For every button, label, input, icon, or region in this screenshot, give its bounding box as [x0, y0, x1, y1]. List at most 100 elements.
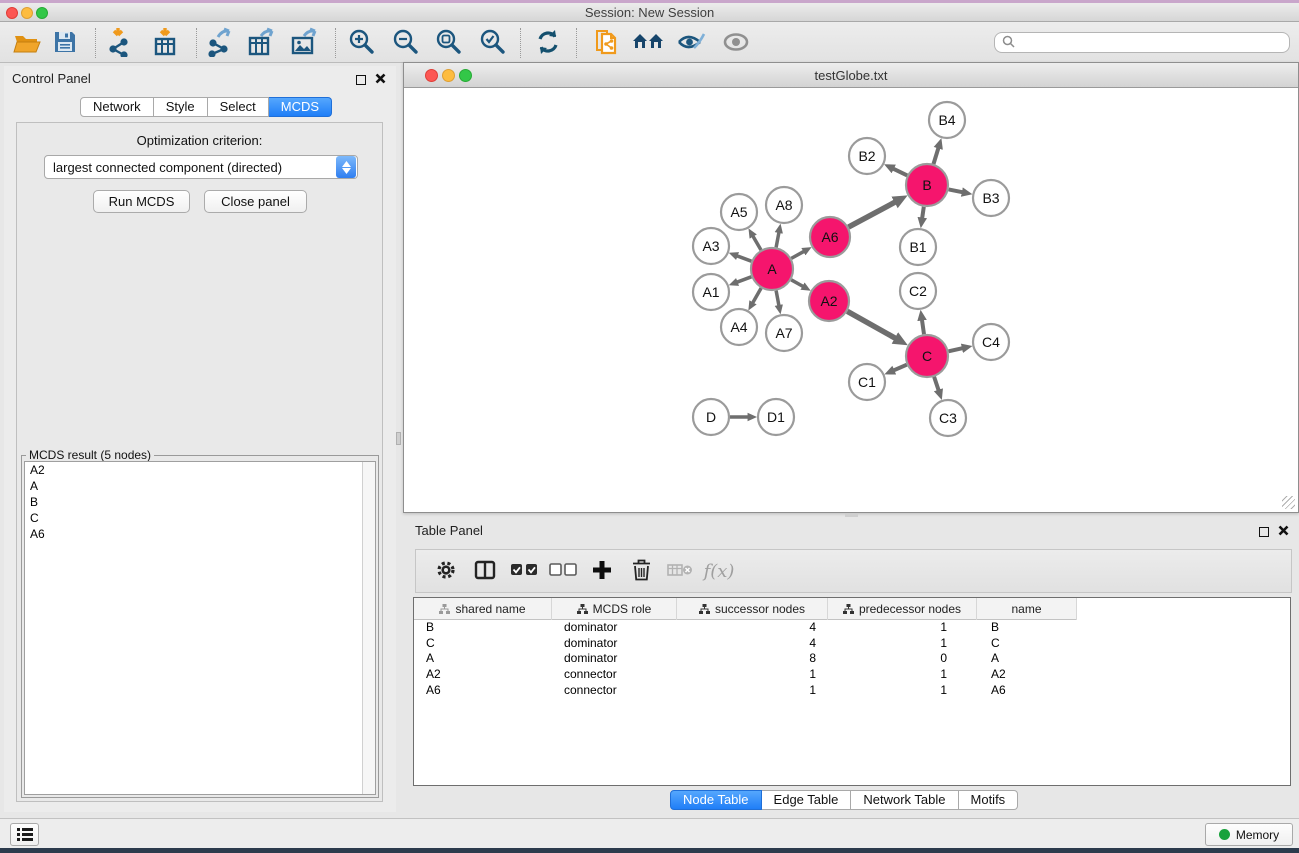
graph-node-C2[interactable]: C2	[900, 273, 936, 309]
graph-edge-A-A7[interactable]	[776, 291, 779, 307]
graph-edge-B-B3[interactable]	[949, 189, 963, 192]
table-row[interactable]: A6connector11A6	[414, 683, 1290, 699]
zoom-out-button[interactable]	[388, 26, 422, 60]
graph-edge-B-B2[interactable]	[893, 168, 908, 175]
tab-select[interactable]: Select	[208, 97, 269, 117]
panel-splitter-handle[interactable]	[396, 432, 401, 445]
graph-edge-A6-B[interactable]	[849, 202, 897, 228]
minimize-window-button[interactable]	[21, 7, 33, 19]
show-panels-button[interactable]	[10, 823, 39, 846]
graph-node-B2[interactable]: B2	[849, 138, 885, 174]
graph-node-A2[interactable]: A2	[809, 281, 849, 321]
graph-node-C3[interactable]: C3	[930, 400, 966, 436]
close-panel-button[interactable]: Close panel	[204, 190, 307, 213]
refresh-layout-button[interactable]	[531, 26, 565, 60]
tab-node-table[interactable]: Node Table	[670, 790, 762, 810]
export-network-button[interactable]	[203, 26, 237, 60]
graph-node-B[interactable]: B	[906, 164, 948, 206]
graph-node-B4[interactable]: B4	[929, 102, 965, 138]
graph-node-B3[interactable]: B3	[973, 180, 1009, 216]
close-table-panel-icon[interactable]	[1278, 524, 1289, 539]
delete-table-button[interactable]	[662, 553, 698, 589]
clone-network-button[interactable]	[590, 26, 624, 60]
deselect-all-button[interactable]	[545, 553, 581, 589]
select-all-button[interactable]	[506, 553, 542, 589]
graph-edge-A-A1[interactable]	[737, 277, 752, 283]
table-row[interactable]: Bdominator41B	[414, 620, 1290, 636]
graph-edge-A-A2[interactable]	[791, 280, 803, 287]
graph-edge-A-A4[interactable]	[753, 288, 762, 303]
table-options-button[interactable]	[428, 553, 464, 589]
graph-node-A4[interactable]: A4	[721, 309, 757, 345]
window-resize-grip[interactable]	[1282, 496, 1295, 509]
mcds-result-item[interactable]: A	[25, 478, 375, 494]
graph-edge-C-C3[interactable]	[934, 377, 939, 391]
save-session-button[interactable]	[48, 26, 82, 60]
column-header-predecessor-nodes[interactable]: predecessor nodes	[828, 598, 977, 620]
run-mcds-button[interactable]: Run MCDS	[93, 190, 190, 213]
graph-node-A5[interactable]: A5	[721, 194, 757, 230]
tab-network[interactable]: Network	[80, 97, 154, 117]
graph-node-A[interactable]: A	[751, 248, 793, 290]
mcds-result-item[interactable]: C	[25, 510, 375, 526]
graph-node-D[interactable]: D	[693, 399, 729, 435]
export-image-button[interactable]	[288, 26, 322, 60]
add-column-button[interactable]	[584, 553, 620, 589]
table-row[interactable]: Cdominator41C	[414, 636, 1290, 652]
graph-node-A7[interactable]: A7	[766, 315, 802, 351]
tab-motifs[interactable]: Motifs	[959, 790, 1019, 810]
zoom-fit-button[interactable]	[431, 26, 465, 60]
network-close-button[interactable]	[425, 69, 438, 82]
show-columns-button[interactable]	[467, 553, 503, 589]
mcds-result-item[interactable]: A6	[25, 526, 375, 542]
table-row[interactable]: A2connector11A2	[414, 667, 1290, 683]
tab-edge-table[interactable]: Edge Table	[762, 790, 852, 810]
column-header-shared-name[interactable]: shared name	[414, 598, 552, 620]
show-details-button[interactable]	[719, 26, 753, 60]
toolbar-search-field[interactable]	[994, 32, 1290, 53]
column-header-successor-nodes[interactable]: successor nodes	[677, 598, 828, 620]
function-builder-button[interactable]: f(x)	[701, 553, 737, 589]
float-table-panel-icon[interactable]	[1259, 527, 1269, 537]
tab-network-table[interactable]: Network Table	[851, 790, 958, 810]
graph-node-C1[interactable]: C1	[849, 364, 885, 400]
column-header-mcds-role[interactable]: MCDS role	[552, 598, 677, 620]
float-panel-icon[interactable]	[356, 75, 366, 85]
network-minimize-button[interactable]	[442, 69, 455, 82]
zoom-in-button[interactable]	[344, 26, 378, 60]
graph-edge-B-B1[interactable]	[922, 207, 924, 219]
graph-node-A8[interactable]: A8	[766, 187, 802, 223]
hide-details-button[interactable]	[674, 26, 708, 60]
graph-node-A6[interactable]: A6	[810, 217, 850, 257]
graph-edge-A-A6[interactable]	[791, 251, 804, 258]
maximize-window-button[interactable]	[36, 7, 48, 19]
import-table-button[interactable]	[148, 26, 182, 60]
zoom-selected-button[interactable]	[475, 26, 509, 60]
network-canvas[interactable]: B4B2BB3A5A8A6A3B1AA1C2A2A4A7CC4C1C3DD1	[405, 88, 1297, 511]
list-scrollbar[interactable]	[362, 462, 375, 794]
graph-edge-A-A3[interactable]	[737, 256, 752, 262]
graph-node-A1[interactable]: A1	[693, 274, 729, 310]
graph-edge-C-C4[interactable]	[949, 348, 964, 351]
delete-columns-button[interactable]	[623, 553, 659, 589]
criterion-select[interactable]: largest connected component (directed)	[44, 155, 358, 179]
close-panel-icon[interactable]	[375, 72, 386, 87]
column-header-name[interactable]: name	[977, 598, 1077, 620]
graph-edge-A-A5[interactable]	[753, 236, 761, 250]
graph-node-C4[interactable]: C4	[973, 324, 1009, 360]
mcds-result-item[interactable]: B	[25, 494, 375, 510]
graph-edge-A2-C[interactable]	[847, 311, 896, 339]
tab-mcds[interactable]: MCDS	[269, 97, 332, 117]
graph-node-A3[interactable]: A3	[693, 228, 729, 264]
graph-edge-C-C1[interactable]	[893, 365, 907, 371]
graph-node-D1[interactable]: D1	[758, 399, 794, 435]
import-network-button[interactable]	[103, 26, 137, 60]
close-window-button[interactable]	[6, 7, 18, 19]
search-input[interactable]	[1020, 34, 1289, 51]
home-neighbors-button[interactable]	[631, 26, 665, 60]
open-session-button[interactable]	[10, 26, 44, 60]
graph-node-B1[interactable]: B1	[900, 229, 936, 265]
graph-edge-B-B4[interactable]	[934, 147, 939, 164]
graph-edge-C-C2[interactable]	[922, 319, 924, 334]
export-table-button[interactable]	[245, 26, 279, 60]
